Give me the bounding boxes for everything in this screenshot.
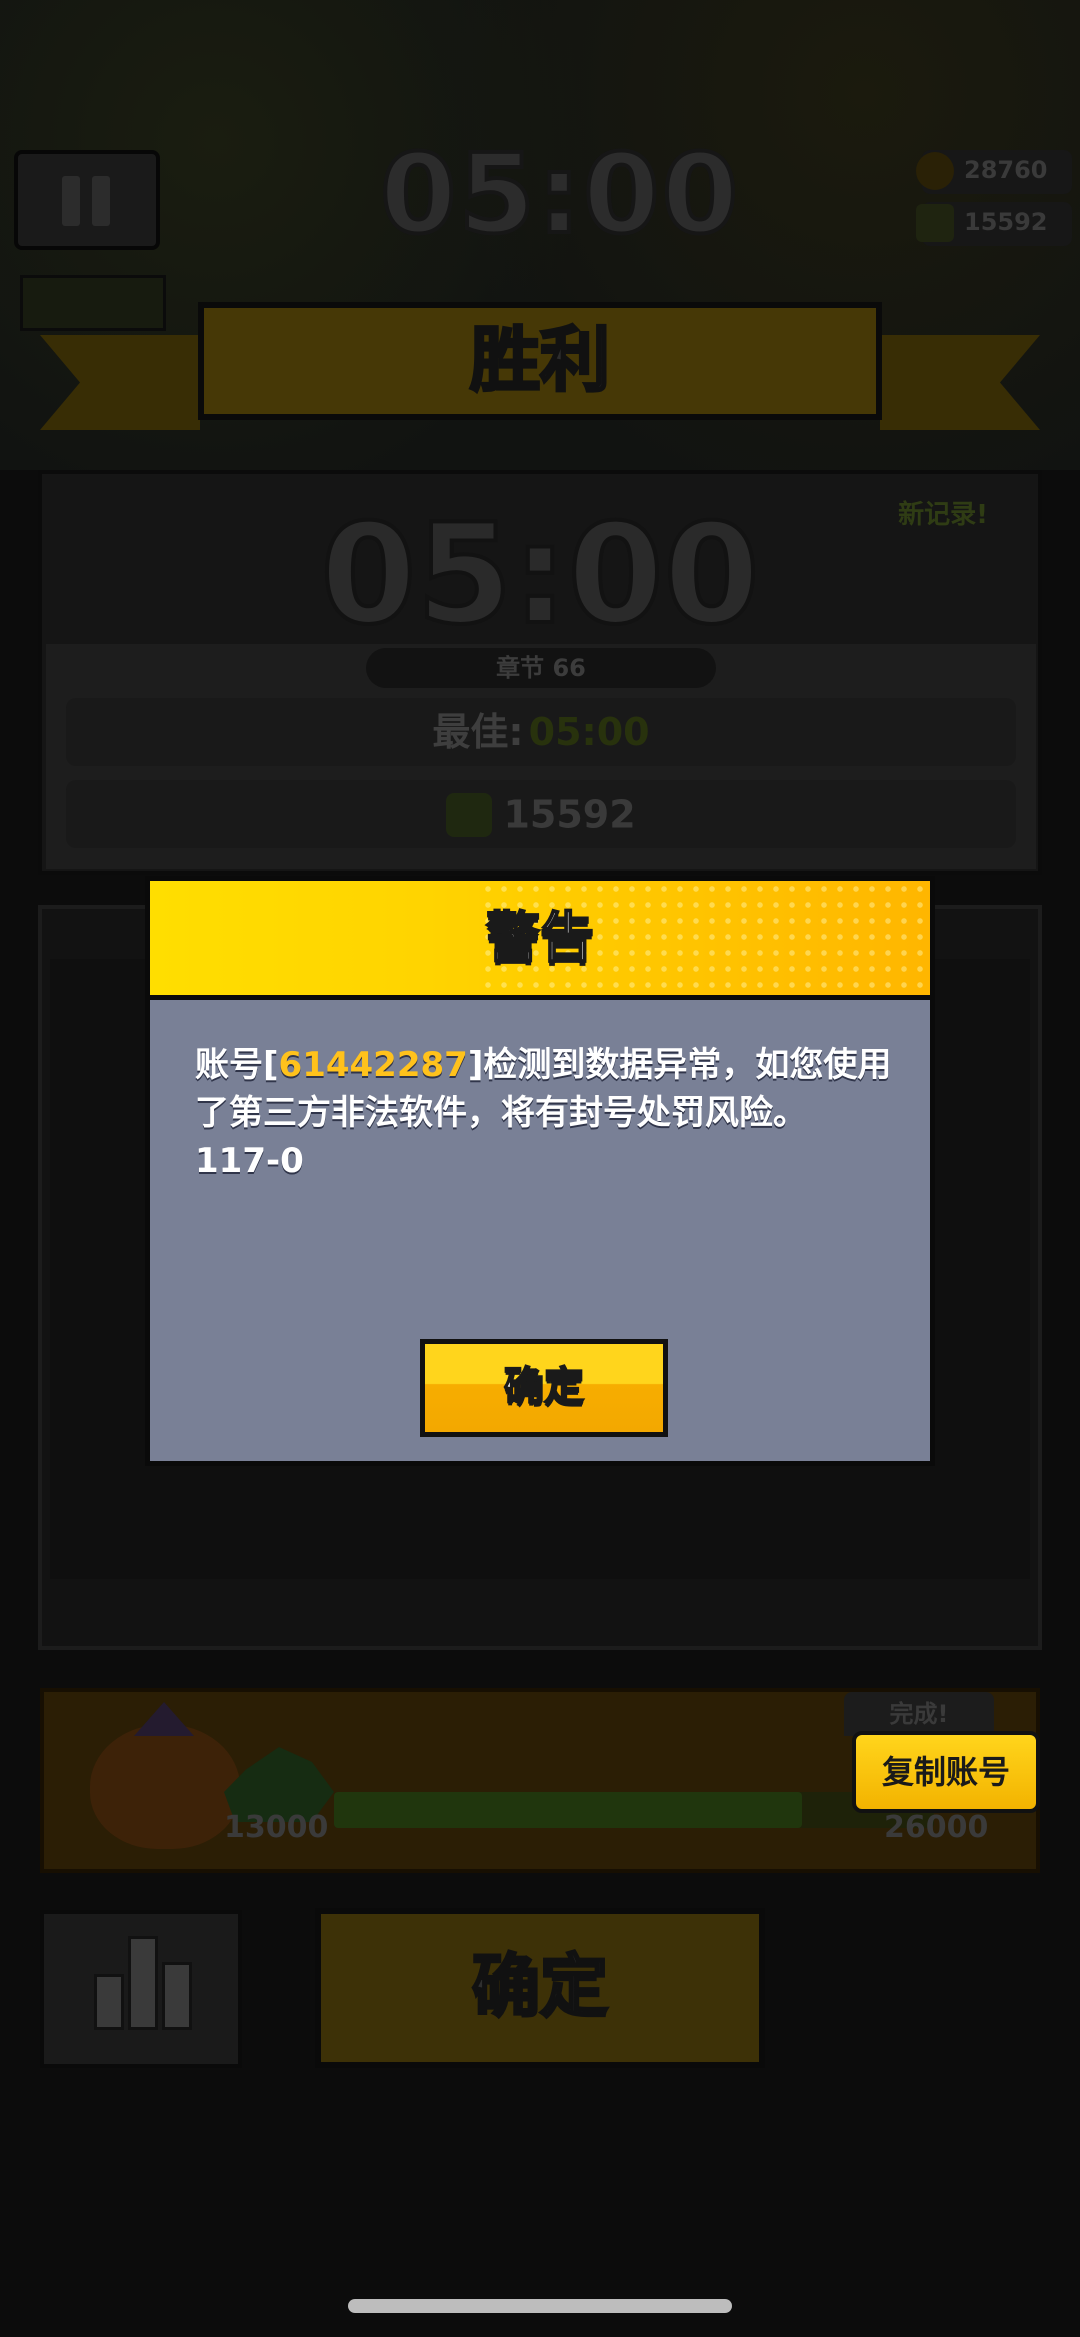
best-time-row: 最佳: 05:00 <box>66 698 1016 766</box>
copy-account-button[interactable]: 复制账号 <box>852 1731 1040 1813</box>
dialog-title: 警告 <box>485 905 595 970</box>
dialog-confirm-button[interactable]: 确定 <box>420 1339 668 1437</box>
account-id: 61442287 <box>278 1045 468 1085</box>
dialog-message: 账号[61442287]检测到数据异常，如您使用了第三方非法软件，将有封号处罚风… <box>195 1041 895 1185</box>
gem-icon <box>916 204 954 242</box>
best-value: 05:00 <box>528 710 650 754</box>
warning-dialog: 警告 账号[61442287]检测到数据异常，如您使用了第三方非法软件，将有封号… <box>145 876 935 1466</box>
coin-counter: 28760 <box>916 150 1072 194</box>
pause-icon <box>62 176 80 226</box>
survival-time: 05:00 <box>318 492 761 657</box>
error-code: 117-0 <box>195 1141 304 1181</box>
stats-button[interactable] <box>40 1910 242 2068</box>
chapter-label: 章节 66 <box>366 648 716 688</box>
bar-chart-icon <box>94 1974 124 2030</box>
gem-icon <box>446 792 493 837</box>
coin-icon <box>916 152 954 190</box>
message-prefix: 账号[ <box>195 1045 279 1085</box>
progress-fill <box>334 1792 802 1828</box>
victory-banner: 胜利 <box>198 302 882 420</box>
result-panel: 新记录! 05:00 章节 66 最佳: 05:00 15592 <box>38 470 1042 875</box>
best-label: 最佳: <box>432 710 524 754</box>
gems-earned-value: 15592 <box>503 792 636 837</box>
level-bar <box>20 275 166 331</box>
gem-counter: 15592 <box>916 202 1072 246</box>
hud-timer: 05:00 <box>378 128 741 260</box>
gem-value: 15592 <box>964 208 1048 236</box>
gems-earned-row: 15592 <box>66 780 1016 848</box>
progress-start: 13000 <box>224 1810 329 1845</box>
pause-button[interactable] <box>14 150 160 250</box>
stats-panel: 章节 66 最佳: 05:00 15592 <box>46 644 1036 869</box>
witch-hat-icon <box>134 1702 194 1736</box>
pumpkin-icon <box>90 1724 240 1849</box>
progress-end: 26000 <box>884 1810 989 1845</box>
home-indicator[interactable] <box>348 2299 732 2313</box>
progress-track <box>334 1792 934 1828</box>
dialog-header: 警告 <box>150 881 930 1000</box>
coin-value: 28760 <box>964 156 1048 184</box>
complete-tag: 完成! <box>844 1692 994 1736</box>
result-confirm-button[interactable]: 确定 <box>315 1908 765 2068</box>
victory-title: 胜利 <box>469 318 612 403</box>
